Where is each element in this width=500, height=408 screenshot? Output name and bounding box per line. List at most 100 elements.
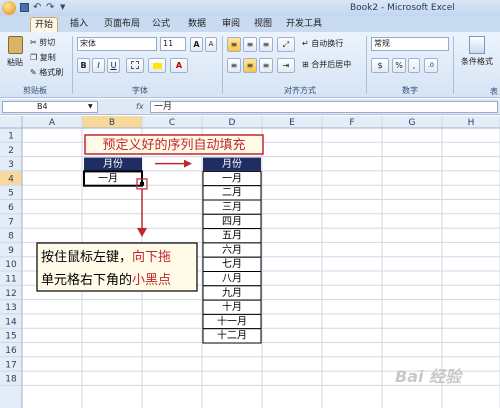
- month-cell[interactable]: 七月: [222, 258, 242, 270]
- align-left-icon: ≡: [230, 61, 238, 70]
- row-header-9[interactable]: 9: [8, 246, 14, 256]
- row-header-10[interactable]: 10: [5, 260, 17, 270]
- row-header-3[interactable]: 3: [8, 160, 14, 170]
- align-right-button[interactable]: ≡: [259, 58, 273, 73]
- column-header-b[interactable]: B: [109, 118, 115, 128]
- office-button[interactable]: [2, 1, 16, 15]
- format-painter-button[interactable]: ✎ 格式刷: [30, 67, 63, 78]
- month-cell[interactable]: 十一月: [217, 314, 247, 327]
- month-cell[interactable]: 十二月: [217, 329, 247, 342]
- align-top-button[interactable]: ≡: [227, 37, 241, 52]
- name-box[interactable]: B4: [2, 101, 98, 113]
- quick-access-dropdown-icon[interactable]: ▼: [60, 3, 65, 11]
- align-left-button[interactable]: ≡: [227, 58, 241, 73]
- align-middle-button[interactable]: ≡: [243, 37, 257, 52]
- align-right-icon: ≡: [262, 61, 270, 70]
- wrap-text-button[interactable]: ↵ 自动换行: [302, 38, 343, 49]
- tab-data[interactable]: 数据: [184, 17, 210, 32]
- month-cell[interactable]: 四月: [222, 215, 242, 227]
- name-box-dropdown-icon[interactable]: ▼: [88, 103, 93, 110]
- row-header-18[interactable]: 18: [5, 375, 17, 385]
- font-size-combo[interactable]: 11: [160, 37, 186, 51]
- column-header-a[interactable]: A: [49, 118, 56, 128]
- instruction-line-2-highlight: 小黑点: [132, 273, 171, 288]
- comma-button[interactable]: ,: [408, 58, 420, 73]
- increase-decimal-button[interactable]: .0: [424, 58, 438, 73]
- row-header-6[interactable]: 6: [8, 203, 14, 213]
- underline-button[interactable]: U: [107, 58, 120, 73]
- tab-home[interactable]: 开始: [30, 17, 58, 32]
- copy-button[interactable]: ❐ 复制: [30, 52, 56, 63]
- column-header-g[interactable]: G: [409, 118, 416, 128]
- border-button[interactable]: [126, 58, 144, 73]
- undo-icon[interactable]: ↶: [33, 2, 41, 13]
- align-top-icon: ≡: [230, 40, 238, 49]
- currency-button[interactable]: $: [371, 58, 389, 73]
- redo-icon[interactable]: ↷: [46, 2, 54, 13]
- cell-b4[interactable]: 一月: [98, 172, 118, 184]
- tab-page-layout[interactable]: 页面布局: [100, 17, 144, 32]
- row-header-8[interactable]: 8: [8, 232, 14, 242]
- tab-view[interactable]: 视图: [250, 17, 276, 32]
- row-header-11[interactable]: 11: [5, 275, 16, 285]
- align-center-button[interactable]: ≡: [243, 58, 257, 73]
- formula-bar: B4 ▼ fx 一月: [0, 99, 500, 115]
- row-header-13[interactable]: 13: [5, 303, 16, 313]
- copy-icon: ❐: [30, 53, 38, 62]
- column-header-e[interactable]: E: [289, 118, 295, 128]
- tab-developer[interactable]: 开发工具: [282, 17, 326, 32]
- month-cell[interactable]: 三月: [222, 201, 242, 213]
- ribbon-tab-bar: 开始 插入 页面布局 公式 数据 审阅 视图 开发工具: [0, 16, 500, 32]
- worksheet-grid[interactable]: A B C D E F G H123456789101112131415161718月份一月月…: [0, 116, 500, 408]
- fill-color-button[interactable]: [148, 58, 166, 73]
- row-header-2[interactable]: 2: [8, 146, 14, 156]
- column-header-d[interactable]: D: [229, 118, 236, 128]
- row-header-5[interactable]: 5: [8, 189, 14, 199]
- column-header-c[interactable]: C: [169, 118, 175, 128]
- month-cell[interactable]: 五月: [222, 230, 242, 242]
- paste-button[interactable]: 粘贴: [4, 34, 26, 76]
- column-header-f[interactable]: F: [349, 118, 354, 128]
- number-format-combo[interactable]: 常规: [371, 37, 449, 51]
- month-cell[interactable]: 八月: [222, 273, 242, 285]
- bold-button[interactable]: B: [77, 58, 90, 73]
- row-header-17[interactable]: 17: [5, 360, 16, 370]
- formula-input[interactable]: 一月: [150, 101, 498, 113]
- tab-review[interactable]: 审阅: [218, 17, 244, 32]
- percent-button[interactable]: %: [392, 58, 406, 73]
- month-cell[interactable]: 十月: [222, 300, 242, 313]
- row-header-12[interactable]: 12: [5, 289, 16, 299]
- month-cell[interactable]: 六月: [222, 244, 242, 256]
- month-cell[interactable]: 九月: [222, 287, 242, 299]
- row-header-4[interactable]: 4: [8, 174, 14, 184]
- font-color-button[interactable]: A: [170, 58, 188, 73]
- grow-font-button[interactable]: A: [190, 37, 203, 52]
- row-header-7[interactable]: 7: [8, 217, 14, 227]
- ribbon: 粘贴 ✂ 剪切 ❐ 复制 ✎ 格式刷 剪贴板 宋体 11 A A B I U A…: [0, 32, 500, 98]
- save-icon[interactable]: [20, 3, 29, 12]
- scissors-icon: ✂: [30, 38, 37, 47]
- row-header-16[interactable]: 16: [5, 346, 17, 356]
- merge-center-button[interactable]: ⊞ 合并后居中: [302, 59, 351, 70]
- cell-b3[interactable]: 月份: [103, 158, 123, 170]
- month-cell[interactable]: 二月: [222, 187, 242, 199]
- row-header-1[interactable]: 1: [8, 132, 14, 142]
- row-header-15[interactable]: 15: [5, 332, 16, 342]
- row-header-14[interactable]: 14: [5, 317, 17, 327]
- conditional-format-button[interactable]: 条件格式: [457, 36, 497, 67]
- align-bottom-button[interactable]: ≡: [259, 37, 273, 52]
- orientation-button[interactable]: ⤢: [277, 37, 295, 52]
- italic-button[interactable]: I: [92, 58, 105, 73]
- worksheet[interactable]: A B C D E F G H 1 2 3 4 5 6 7 8 9 10 11 12 13 14 15 16 17 18 月份 一月月…: [0, 116, 500, 408]
- column-header-h[interactable]: H: [468, 118, 475, 128]
- fill-handle[interactable]: [140, 181, 144, 186]
- cell-d3[interactable]: 月份: [222, 158, 242, 170]
- indent-button[interactable]: ⇥: [277, 58, 295, 73]
- month-cell[interactable]: 一月: [222, 172, 242, 184]
- font-name-combo[interactable]: 宋体: [77, 37, 157, 51]
- fx-icon[interactable]: fx: [136, 102, 144, 111]
- tab-insert[interactable]: 插入: [66, 17, 92, 32]
- tab-formulas[interactable]: 公式: [148, 17, 174, 32]
- cut-button[interactable]: ✂ 剪切: [30, 37, 55, 48]
- shrink-font-button[interactable]: A: [205, 37, 217, 52]
